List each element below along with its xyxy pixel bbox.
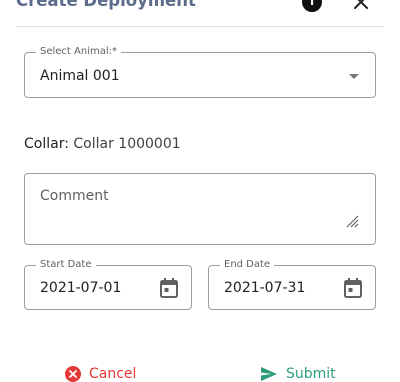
submit-label: Submit: [286, 366, 336, 382]
resize-handle-icon[interactable]: [345, 214, 359, 228]
info-icon[interactable]: i: [302, 0, 322, 12]
select-animal-label: Select Animal:*: [36, 46, 122, 58]
collar-label: Collar:: [24, 136, 69, 152]
start-date-field[interactable]: Start Date 2021-07-01: [24, 259, 192, 310]
start-date-value: 2021-07-01: [40, 280, 122, 296]
send-icon: [261, 367, 277, 381]
end-date-label: End Date: [220, 259, 275, 271]
collar-info: Collar: Collar 1000001: [24, 136, 181, 152]
chevron-down-icon[interactable]: [349, 74, 359, 79]
end-date-field[interactable]: End Date 2021-07-31: [208, 259, 376, 310]
dialog-title: Create Deployment: [16, 0, 196, 10]
dialog-actions: Cancel Submit: [0, 366, 400, 382]
start-date-label: Start Date: [36, 259, 96, 271]
submit-button[interactable]: Submit: [260, 366, 336, 382]
collar-value: Collar 1000001: [73, 136, 181, 152]
cancel-button[interactable]: Cancel: [65, 366, 136, 382]
cancel-circle-icon: [65, 366, 81, 382]
calendar-icon[interactable]: [343, 277, 363, 299]
comment-placeholder: Comment: [40, 188, 109, 204]
select-animal-value: Animal 001: [40, 68, 120, 84]
cancel-label: Cancel: [89, 366, 137, 382]
select-animal-field[interactable]: Select Animal:* Animal 001: [24, 46, 376, 98]
dialog-header: Create Deployment i: [16, 0, 384, 27]
comment-field[interactable]: Comment: [24, 173, 376, 245]
close-icon[interactable]: [350, 0, 372, 13]
end-date-value: 2021-07-31: [224, 280, 306, 296]
calendar-icon[interactable]: [159, 277, 179, 299]
